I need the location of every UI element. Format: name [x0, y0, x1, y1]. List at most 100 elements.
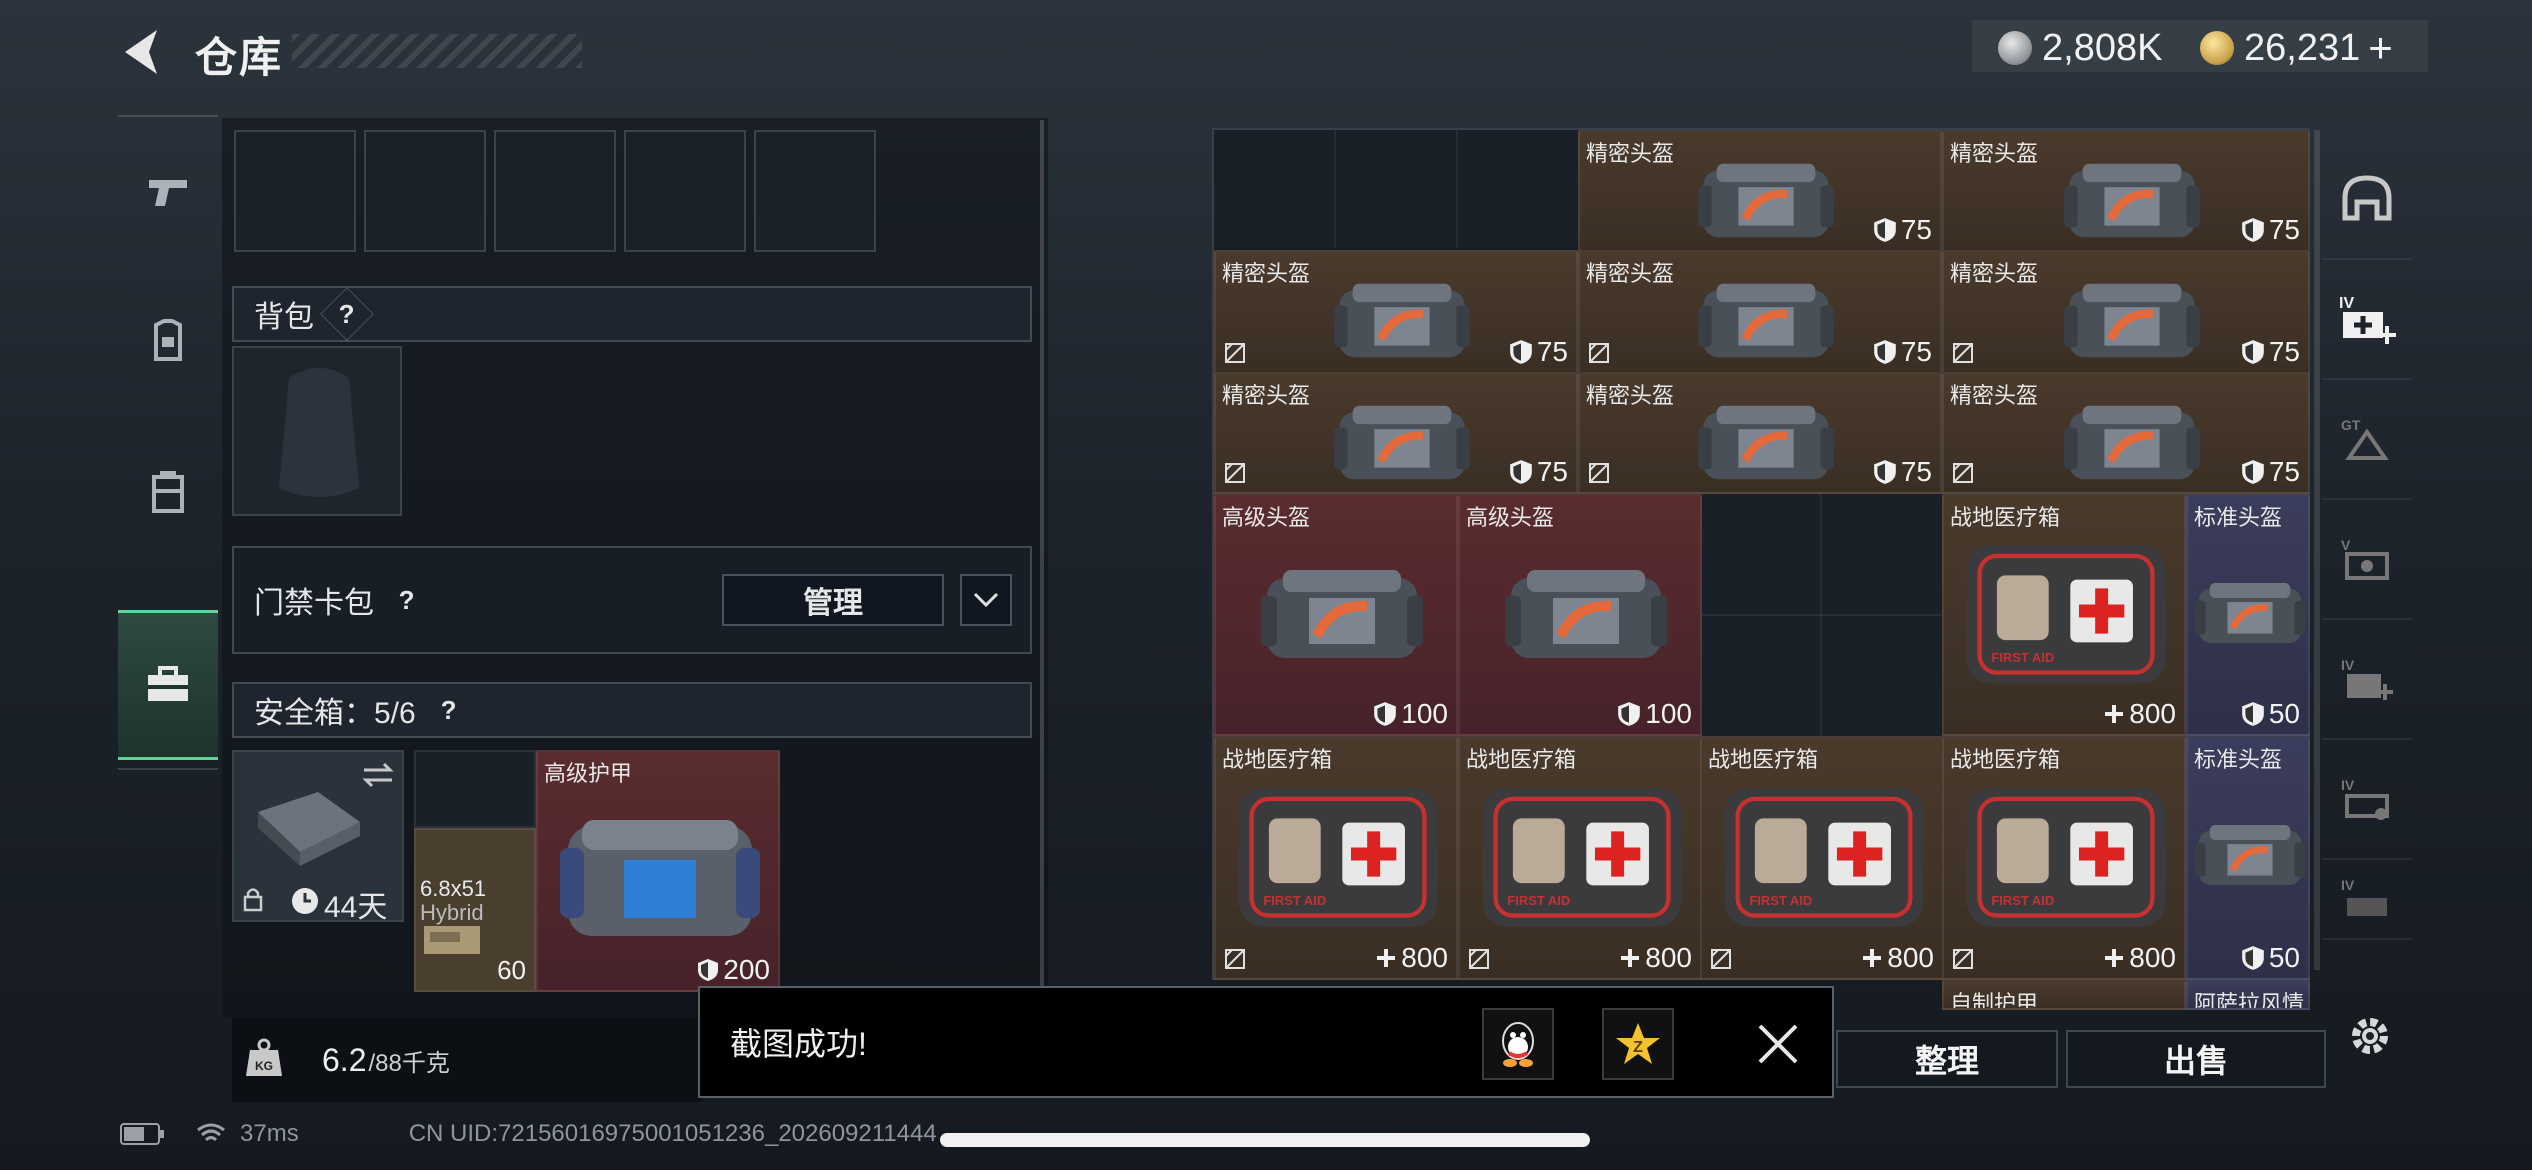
helmet-item[interactable]: 精密头盔 75: [1214, 250, 1578, 374]
filter-gt[interactable]: GT: [2322, 380, 2412, 500]
filter-all[interactable]: [2322, 140, 2412, 260]
shield-icon: [2242, 340, 2264, 364]
add-gold-button[interactable]: +: [2368, 24, 2393, 72]
toast-close-button[interactable]: [1752, 1018, 1804, 1070]
item-value: 800: [2103, 942, 2176, 974]
item-value: 75: [1509, 336, 1568, 368]
first-aid-kit-icon: FIRST AID: [1966, 545, 2166, 684]
armor-vest-icon: [560, 820, 760, 936]
swap-icon: [362, 762, 394, 788]
armor-value: 200: [697, 954, 770, 986]
item-value: 75: [1873, 214, 1932, 246]
iv-medical-icon: IV: [2341, 657, 2393, 700]
helmet-item[interactable]: 精密头盔 75: [1578, 372, 1942, 494]
backpack-help-button[interactable]: ?: [320, 287, 374, 341]
silver-currency: 2,808K: [1998, 22, 2162, 74]
item-name: 精密头盔: [1950, 141, 2039, 166]
nav-safebox[interactable]: [118, 610, 218, 760]
empty-slot[interactable]: [364, 130, 486, 252]
empty-slot[interactable]: [624, 130, 746, 252]
helmet-icon: [1698, 163, 1834, 238]
svg-text:IV: IV: [2339, 295, 2354, 312]
wifi-icon: [197, 1123, 225, 1142]
helmet-item[interactable]: 精密头盔 75: [1942, 372, 2310, 494]
empty-slot[interactable]: [754, 130, 876, 252]
safe-box-help-button[interactable]: ?: [422, 683, 476, 737]
helmet-item[interactable]: 高级头盔 100: [1214, 494, 1458, 736]
clock-icon: [292, 888, 318, 914]
medkit-item[interactable]: 战地医疗箱 FIRST AID 800: [1700, 736, 1944, 980]
manage-button[interactable]: 管理: [722, 574, 944, 626]
back-arrow-icon: [125, 30, 157, 74]
nav-equipment[interactable]: [118, 267, 218, 417]
item-name: 精密头盔: [1950, 261, 2039, 286]
shield-icon: [1618, 702, 1641, 726]
access-dropdown-button[interactable]: [960, 574, 1012, 626]
filter-medical-4[interactable]: IV: [2322, 260, 2412, 380]
share-qzone-button[interactable]: Z: [1602, 1008, 1674, 1080]
star-icon: Z: [1616, 1023, 1660, 1064]
chevron-down-icon: [973, 592, 999, 608]
home-indicator[interactable]: [940, 1133, 1590, 1147]
left-scrollbar[interactable]: [1040, 120, 1044, 1000]
settings-button[interactable]: [2344, 1010, 2396, 1062]
medkit-item[interactable]: 战地医疗箱 FIRST AID 800: [1942, 736, 2186, 980]
helmet-item[interactable]: 精密头盔 75: [1942, 250, 2310, 374]
item-name: 战地医疗箱: [1222, 747, 1333, 772]
helmet-item[interactable]: 高级头盔 100: [1458, 494, 1702, 736]
shield-icon: [1510, 340, 1532, 364]
empty-slot[interactable]: [234, 130, 356, 252]
safe-empty-slot[interactable]: [414, 750, 536, 828]
svg-text:IV: IV: [2341, 877, 2355, 893]
empty-slot[interactable]: [494, 130, 616, 252]
partial-item[interactable]: 阿萨拉风情: [2186, 980, 2310, 1010]
nav-weapons[interactable]: [118, 117, 218, 267]
storage-empty-cells[interactable]: [1214, 130, 1578, 248]
item-value: 100: [1617, 698, 1692, 730]
helmet-icon: [2064, 163, 2200, 238]
share-qq-button[interactable]: [1482, 1008, 1554, 1080]
safe-case-slot[interactable]: 44天: [232, 750, 404, 922]
helmet-item[interactable]: 精密头盔 75: [1214, 372, 1578, 494]
title-decoration: [292, 34, 582, 68]
item-value: 75: [2241, 336, 2300, 368]
armor-item[interactable]: 高级护甲 200: [536, 750, 780, 992]
grid-scrollbar[interactable]: [2314, 130, 2320, 970]
access-help-button[interactable]: ?: [380, 573, 434, 627]
helmet-item[interactable]: 精密头盔 75: [1578, 130, 1942, 252]
backpack-slot[interactable]: [232, 346, 402, 516]
ping-value: 37ms: [240, 1120, 299, 1147]
helmet-item[interactable]: 标准头盔 50: [2186, 494, 2310, 736]
medkit-item[interactable]: 战地医疗箱 FIRST AID 800: [1214, 736, 1458, 980]
helmet-item[interactable]: 精密头盔 75: [1578, 250, 1942, 374]
storage-empty-cells[interactable]: [1700, 494, 1944, 736]
nav-container[interactable]: [118, 417, 218, 567]
helmet-icon: [1334, 283, 1470, 358]
gold-coin-icon: [2200, 31, 2234, 65]
gold-currency[interactable]: 26,231 +: [2200, 22, 2393, 74]
filter-v[interactable]: V: [2322, 500, 2412, 620]
back-button[interactable]: [115, 22, 175, 82]
item-name: 战地医疗箱: [1950, 505, 2061, 530]
helmet-item[interactable]: 精密头盔 75: [1942, 130, 2310, 252]
medkit-item[interactable]: 战地医疗箱 FIRST AID 800: [1458, 736, 1702, 980]
user-uid: CN UID:7215601697500105​1236_20260921144…: [408, 1120, 937, 1147]
medkit-item[interactable]: 战地医疗箱 FIRST AID 800: [1942, 494, 2186, 736]
svg-text:KG: KG: [255, 1059, 273, 1073]
safe-case-icon: [258, 792, 360, 866]
partial-item[interactable]: 自制护甲: [1942, 980, 2186, 1010]
helmet-item[interactable]: 标准头盔 50: [2186, 736, 2310, 980]
penguin-icon: [1502, 1022, 1534, 1067]
shield-icon: [2242, 218, 2264, 242]
locked-item-icon: [1469, 949, 1489, 969]
filter-iv-medical[interactable]: IV: [2322, 620, 2412, 740]
sell-button[interactable]: 出售: [2066, 1030, 2326, 1088]
item-name: 精密头盔: [1222, 383, 1311, 408]
locked-item-icon: [1711, 949, 1731, 969]
filter-iv-other[interactable]: IV: [2322, 860, 2412, 940]
gt-filter-icon: GT: [2341, 417, 2389, 460]
sort-button[interactable]: 整理: [1836, 1030, 2058, 1088]
filter-iv-bag[interactable]: IV: [2322, 740, 2412, 860]
ammo-item[interactable]: 6.8x51 Hybrid 60: [414, 828, 536, 992]
safe-case-time: 44天: [324, 891, 388, 922]
